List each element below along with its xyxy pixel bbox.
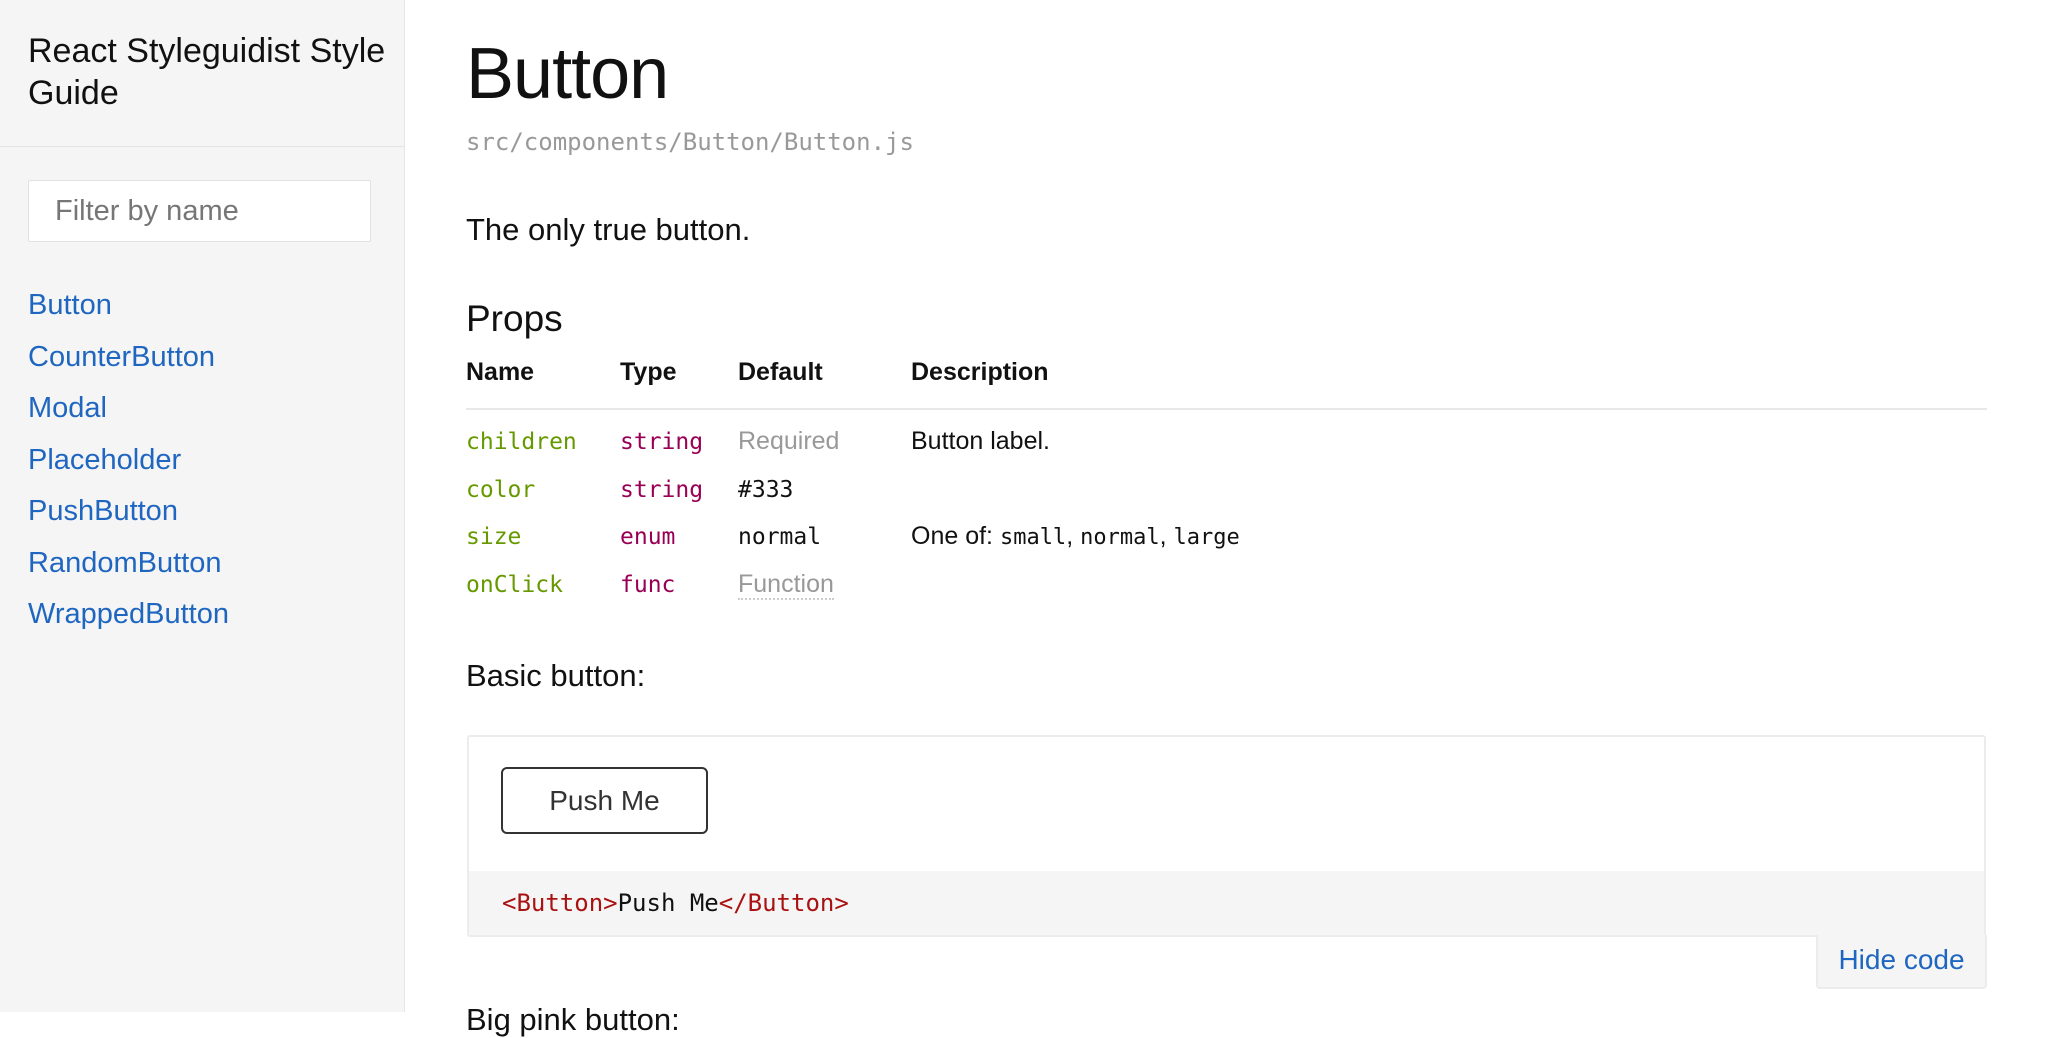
component-title: Button (466, 34, 669, 114)
prop-name: children (466, 429, 577, 456)
nav-link[interactable]: Button (28, 289, 112, 321)
prop-default-function-tooltip[interactable]: Function (738, 569, 834, 600)
nav-link[interactable]: CounterButton (28, 341, 215, 373)
component-source-path: src/components/Button/Button.js (466, 128, 914, 156)
hide-code-button[interactable]: Hide code (1816, 935, 1987, 989)
code-close-tag: </Button> (718, 889, 849, 917)
sidebar-header: React Styleguidist Style Guide (0, 0, 404, 147)
sidebar: React Styleguidist Style Guide Button Co… (0, 0, 405, 1012)
enum-value: large (1173, 525, 1240, 551)
column-header-default: Default (738, 352, 911, 410)
prop-name: color (466, 476, 536, 503)
prop-default: #333 (738, 476, 794, 503)
nav-item-modal[interactable]: Modal (28, 393, 229, 445)
main-content: Button src/components/Button/Button.js T… (466, 0, 1987, 1037)
column-header-type: Type (620, 352, 738, 410)
styleguide-title: React Styleguidist Style Guide (28, 32, 386, 112)
table-row: onClick func Function (466, 561, 1987, 609)
enum-value: small (999, 525, 1067, 551)
component-nav: Button CounterButton Modal Placeholder P… (28, 290, 229, 651)
prop-name: size (466, 524, 522, 551)
nav-link[interactable]: Placeholder (28, 444, 181, 476)
prop-type: enum (620, 524, 676, 551)
push-me-button[interactable]: Push Me (501, 767, 708, 834)
nav-item-pushbutton[interactable]: PushButton (28, 496, 229, 548)
prop-description: One of: small, normal, large (911, 522, 1240, 551)
table-row: color string #333 (466, 466, 1987, 514)
nav-link[interactable]: RandomButton (28, 547, 221, 579)
nav-item-counterbutton[interactable]: CounterButton (28, 342, 229, 394)
next-example-label: Big pink button: (466, 1002, 680, 1037)
nav-link[interactable]: Modal (28, 392, 107, 424)
prop-type: string (620, 429, 704, 456)
nav-item-button[interactable]: Button (28, 290, 229, 342)
prop-default: normal (738, 524, 822, 551)
enum-value: normal (1080, 525, 1160, 551)
prop-name: onClick (466, 571, 563, 598)
nav-item-placeholder[interactable]: Placeholder (28, 445, 229, 497)
component-description: The only true button. (466, 212, 751, 247)
props-heading: Props (466, 298, 563, 339)
table-row: size enum normal One of: small, normal, … (466, 513, 1987, 561)
prop-description: Button label. (911, 427, 1050, 456)
column-header-description: Description (911, 352, 1987, 410)
nav-item-randombutton[interactable]: RandomButton (28, 548, 229, 600)
props-table-header: Name Type Default Description (466, 352, 1987, 410)
code-editor[interactable]: <Button>Push Me</Button> (469, 871, 1984, 935)
nav-link[interactable]: PushButton (28, 495, 178, 527)
prop-default: Required (738, 427, 840, 456)
column-header-name: Name (466, 352, 620, 410)
example-label: Basic button: (466, 658, 646, 693)
code-open-tag: <Button> (502, 889, 618, 917)
prop-description-text: One of: (911, 522, 993, 551)
prop-type: func (620, 571, 676, 598)
filter-by-name-input[interactable] (28, 180, 371, 242)
example-playground: Push Me <Button>Push Me</Button> (467, 735, 1986, 937)
example-preview: Push Me (469, 737, 1984, 871)
nav-link[interactable]: WrappedButton (28, 598, 229, 630)
code-content: Push Me (617, 889, 719, 917)
prop-type: string (620, 476, 704, 503)
code-text[interactable]: <Button>Push Me</Button> (502, 888, 849, 918)
table-row: children string Required Button label. (466, 409, 1987, 466)
props-table: Name Type Default Description children s… (466, 352, 1987, 608)
nav-item-wrappedbutton[interactable]: WrappedButton (28, 599, 229, 651)
